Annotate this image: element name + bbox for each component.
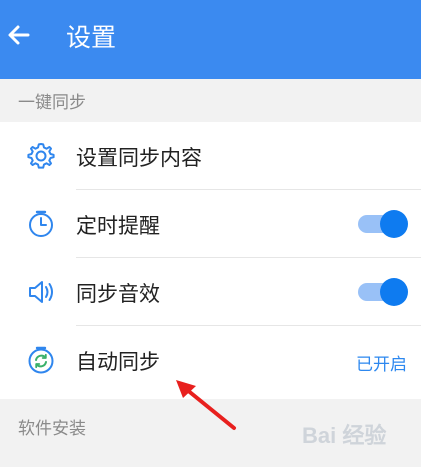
setting-label: 设置同步内容 — [76, 146, 202, 170]
setting-row-sync-content[interactable]: 设置同步内容 — [0, 122, 421, 190]
settings-card: 设置同步内容 定时提醒 同步音效 自动同步 已开启 — [0, 122, 421, 399]
timer-icon — [29, 210, 53, 237]
setting-row-sync-sound[interactable]: 同步音效 — [0, 258, 421, 326]
sync-icon — [28, 346, 54, 374]
setting-row-timer-reminder[interactable]: 定时提醒 — [0, 190, 421, 258]
page-title: 设置 — [66, 23, 117, 52]
setting-label: 定时提醒 — [76, 214, 160, 238]
section-title-sync: 一键同步 — [18, 93, 86, 113]
gear-icon — [27, 143, 55, 169]
sync-sound-toggle[interactable] — [356, 277, 408, 307]
section-title-install: 软件安装 — [18, 419, 86, 439]
speaker-icon — [29, 281, 53, 303]
annotation-arrow-icon — [176, 380, 236, 430]
watermark: Bai 经验 — [302, 423, 387, 448]
app-header: 设置 — [0, 0, 421, 79]
setting-label: 同步音效 — [76, 282, 160, 306]
auto-sync-status: 已开启 — [356, 355, 407, 375]
arrow-left-icon[interactable] — [6, 22, 32, 48]
setting-label: 自动同步 — [76, 350, 160, 374]
timer-reminder-toggle[interactable] — [356, 209, 408, 239]
